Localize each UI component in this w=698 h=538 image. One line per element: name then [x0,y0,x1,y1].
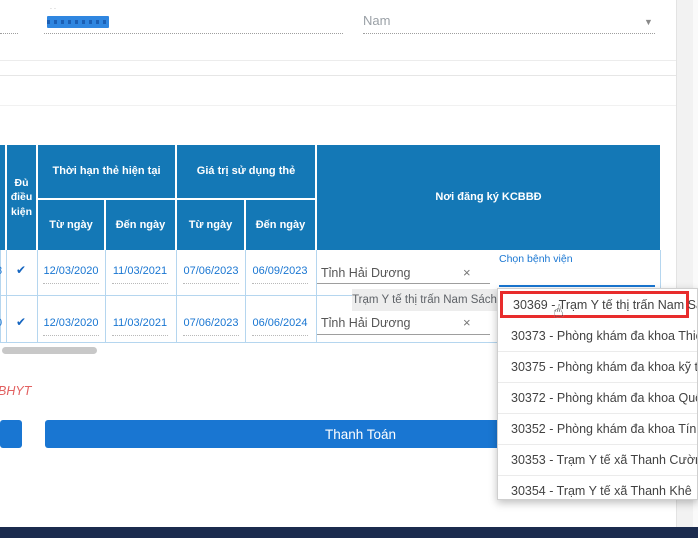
province-input-underline [317,334,490,335]
grid-line [316,250,317,342]
valid-from-input[interactable]: 07/06/2023 [183,265,239,284]
panel-top-border [0,75,676,76]
clear-province-icon[interactable]: × [463,265,471,280]
clipped-id-cell: 8 [0,265,6,277]
header-group-card-validity: Giá trị sử dụng thẻ [177,145,315,198]
header-cell-term-to: Đến ngày [106,200,175,250]
grid-line [6,250,7,342]
hospital-dropdown-list: 30369 - Trạm Y tế thị trấn Nam Sách 3037… [497,288,698,500]
header-cell-stub [0,145,5,250]
gender-select-underline[interactable] [363,33,655,34]
section-divider [0,60,676,61]
redacted-text-fragment: .. [50,4,58,11]
choose-hospital-label: Chọn bệnh viện [499,253,573,265]
dropdown-item[interactable]: 30354 - Trạm Y tế xã Thanh Khê [498,475,697,500]
term-to-input[interactable]: 11/03/2021 [112,317,168,336]
province-input-underline [317,283,490,284]
selected-text-highlight [47,16,109,28]
dropdown-item[interactable]: 30352 - Phòng khám đa khoa Tín Đức C [498,413,697,444]
header-cell-valid-from: Từ ngày [177,200,244,250]
province-input[interactable]: Tỉnh Hải Dương [321,316,411,330]
grid-line [176,250,177,342]
header-cell-eligibility: Đủ điều kiện [7,145,36,250]
bhyt-note-text: BHYT [0,384,31,398]
bottom-taskbar [0,527,698,538]
header-cell-valid-to: Đến ngày [246,200,315,250]
name-input-field[interactable] [44,33,343,34]
valid-to-input[interactable]: 06/09/2023 [252,265,308,284]
dropdown-item[interactable]: 30375 - Phòng khám đa khoa kỹ thuật c [498,351,697,382]
dropdown-item-nam-sach[interactable]: 30369 - Trạm Y tế thị trấn Nam Sách [500,291,689,318]
gender-select[interactable]: Nam [363,13,390,28]
valid-from-input[interactable]: 07/06/2023 [183,317,239,336]
dropdown-item[interactable]: 30372 - Phòng khám đa khoa Quốc tế T [498,382,697,413]
term-to-input[interactable]: 11/03/2021 [112,265,168,284]
valid-to-input[interactable]: 06/06/2024 [252,317,308,336]
clear-province-icon[interactable]: × [463,315,471,330]
app-window: .. Nam ▼ Đủ điều kiện Thời hạn thẻ hiện … [0,0,698,538]
horizontal-scrollbar-thumb[interactable] [2,347,97,354]
hospital-search-input[interactable] [499,285,655,287]
clipped-input-field[interactable] [0,33,18,34]
grid-line [37,250,38,342]
eligible-check-icon: ✔ [16,263,26,277]
clipped-id-cell: 0 [0,317,6,329]
clipped-left-button[interactable] [0,420,22,448]
header-group-current-term: Thời hạn thẻ hiện tại [38,145,175,198]
term-from-input[interactable]: 12/03/2020 [43,317,99,336]
dropdown-item[interactable]: 30373 - Phòng khám đa khoa Thiện Tâ [498,320,697,351]
grid-line [105,250,106,342]
chevron-down-icon[interactable]: ▼ [644,17,653,27]
header-cell-registration-place: Nơi đăng ký KCBBĐ [317,145,660,250]
grid-line [245,250,246,342]
panel-inner-border [0,105,676,106]
province-input[interactable]: Tỉnh Hải Dương [321,266,411,280]
dropdown-item[interactable]: 30353 - Trạm Y tế xã Thanh Cường [498,444,697,475]
header-cell-term-from: Từ ngày [38,200,104,250]
eligible-check-icon: ✔ [16,315,26,329]
hospital-tooltip: Trạm Y tế thị trấn Nam Sách [352,289,497,311]
term-from-input[interactable]: 12/03/2020 [43,265,99,284]
